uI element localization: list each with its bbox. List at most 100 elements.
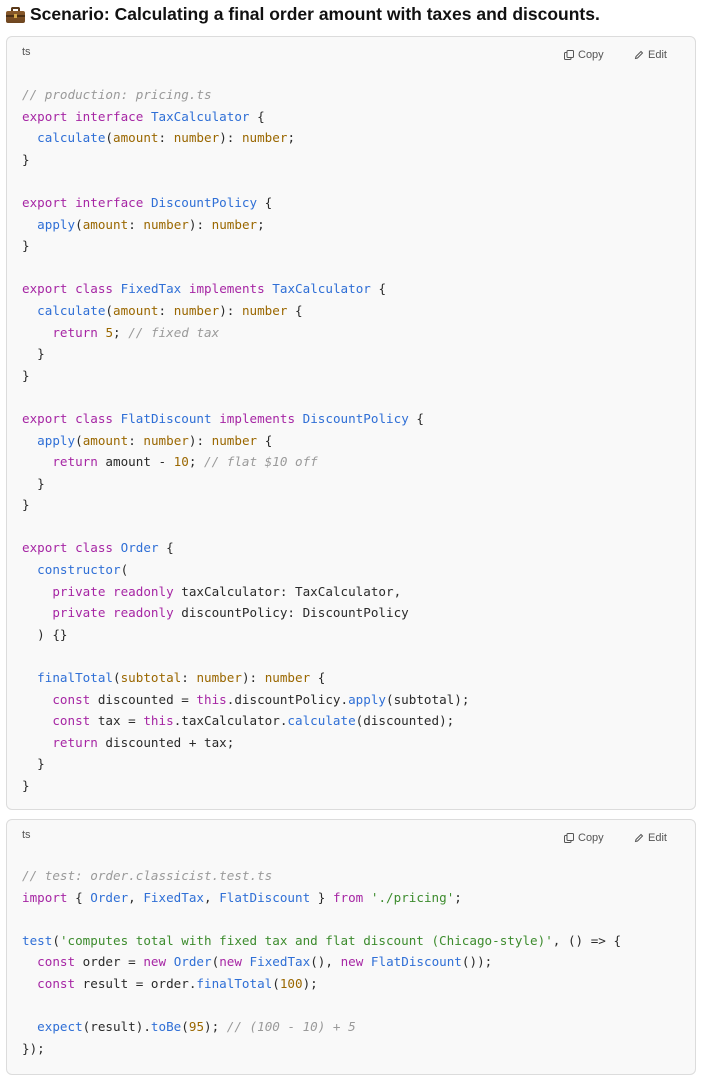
- code-token: constructor: [37, 562, 121, 578]
- code-line: export class FlatDiscount implements Dis…: [22, 411, 424, 426]
- code-token: new: [143, 954, 167, 970]
- code-token: DiscountPolicy: [150, 194, 258, 210]
- code-token: export: [22, 108, 68, 124]
- code-token: TaxCalculator: [150, 108, 250, 124]
- code-token: finalTotal: [196, 975, 273, 991]
- code-token: amount: [113, 302, 159, 318]
- code-line: constructor(: [22, 562, 128, 577]
- code-token: discountPolicy: DiscountPolicy: [173, 605, 409, 621]
- code-token: );: [302, 975, 318, 991]
- code-token: Order: [173, 954, 212, 970]
- code-token: amount: [82, 216, 129, 232]
- code-token: (: [120, 562, 129, 578]
- code-token: class: [75, 281, 114, 297]
- code-line: }: [22, 368, 30, 383]
- code-token: (: [181, 1019, 189, 1035]
- code-token: }: [22, 238, 30, 254]
- code-token: result = order.: [75, 975, 197, 991]
- code-token: {: [249, 108, 265, 124]
- code-line: // production: pricing.ts: [22, 87, 212, 102]
- code-token: // (100 - 10) + 5: [226, 1019, 356, 1035]
- code-token: 'computes total with fixed tax and flat …: [59, 932, 553, 948]
- code-line: finalTotal(subtotal: number): number {: [22, 670, 325, 685]
- code-token: discounted + tax;: [97, 734, 235, 750]
- code-token: }: [310, 889, 333, 905]
- code-line: }: [22, 238, 30, 253]
- code-line: return amount - 10; // flat $10 off: [22, 454, 317, 470]
- code-content: // production: pricing.ts export interfa…: [22, 84, 469, 797]
- code-language-label: ts: [22, 46, 31, 58]
- code-token: ) {}: [22, 626, 68, 642]
- code-token: ;: [454, 889, 462, 905]
- code-token: apply: [37, 216, 76, 232]
- code-token: amount: [82, 432, 129, 448]
- copy-button-label: Copy: [578, 832, 604, 844]
- code-line: const tax = this.taxCalculator.calculate…: [22, 713, 454, 728]
- code-block-test: ts Copy Edit // test: order.classicist.t…: [6, 819, 696, 1075]
- code-token: }: [22, 778, 30, 793]
- code-token: toBe: [150, 1019, 182, 1035]
- code-token: });: [22, 1040, 45, 1056]
- edit-button[interactable]: Edit: [634, 49, 667, 61]
- code-token: new: [219, 954, 242, 970]
- code-token: {: [310, 670, 326, 686]
- code-token: readonly: [113, 605, 174, 621]
- code-token: {: [408, 410, 424, 426]
- code-token: FlatDiscount: [219, 889, 311, 905]
- code-token: FixedTax: [143, 889, 205, 905]
- code-token: calculate: [37, 302, 106, 318]
- code-token: 5: [105, 324, 114, 340]
- code-token: }: [22, 367, 30, 383]
- copy-button[interactable]: Copy: [564, 49, 604, 61]
- code-token: }: [22, 151, 30, 167]
- copy-icon: [564, 50, 574, 60]
- code-token: (: [105, 302, 114, 318]
- code-block-pricing: ts Copy Edit // production: pricing.ts e…: [6, 36, 696, 810]
- code-token: .taxCalculator.: [173, 713, 288, 729]
- code-line: apply(amount: number): number;: [22, 217, 265, 232]
- edit-icon: [634, 833, 644, 843]
- code-line: const result = order.finalTotal(100);: [22, 976, 318, 991]
- briefcase-icon: [6, 6, 25, 23]
- code-token: discounted =: [90, 691, 197, 707]
- code-token: apply: [37, 432, 76, 448]
- code-token: ,: [128, 889, 144, 905]
- code-token: ;: [257, 216, 265, 232]
- code-token: 10: [173, 454, 189, 470]
- code-token: new: [340, 954, 364, 970]
- code-token: FlatDiscount: [120, 410, 212, 426]
- copy-button[interactable]: Copy: [564, 832, 604, 844]
- code-line: return 5; // fixed tax: [22, 325, 219, 340]
- copy-button-label: Copy: [578, 49, 604, 61]
- code-line: });: [22, 1041, 45, 1056]
- code-token: {: [257, 194, 273, 210]
- edit-button-label: Edit: [648, 832, 667, 844]
- code-token: const: [37, 954, 76, 970]
- code-token: DiscountPolicy: [302, 410, 409, 426]
- code-token: private: [52, 605, 106, 621]
- edit-button[interactable]: Edit: [634, 832, 667, 844]
- code-line: }: [22, 476, 45, 491]
- code-line: import { Order, FixedTax, FlatDiscount }…: [22, 890, 462, 905]
- code-token: :: [128, 432, 144, 448]
- code-token: (: [113, 670, 121, 686]
- code-token: ;: [188, 454, 205, 470]
- code-token: number: [143, 216, 189, 232]
- code-token: number: [241, 302, 288, 318]
- code-token: (: [75, 432, 83, 448]
- code-token: taxCalculator: TaxCalculator,: [173, 583, 402, 599]
- code-token: number: [173, 130, 220, 146]
- code-token: readonly: [113, 583, 174, 599]
